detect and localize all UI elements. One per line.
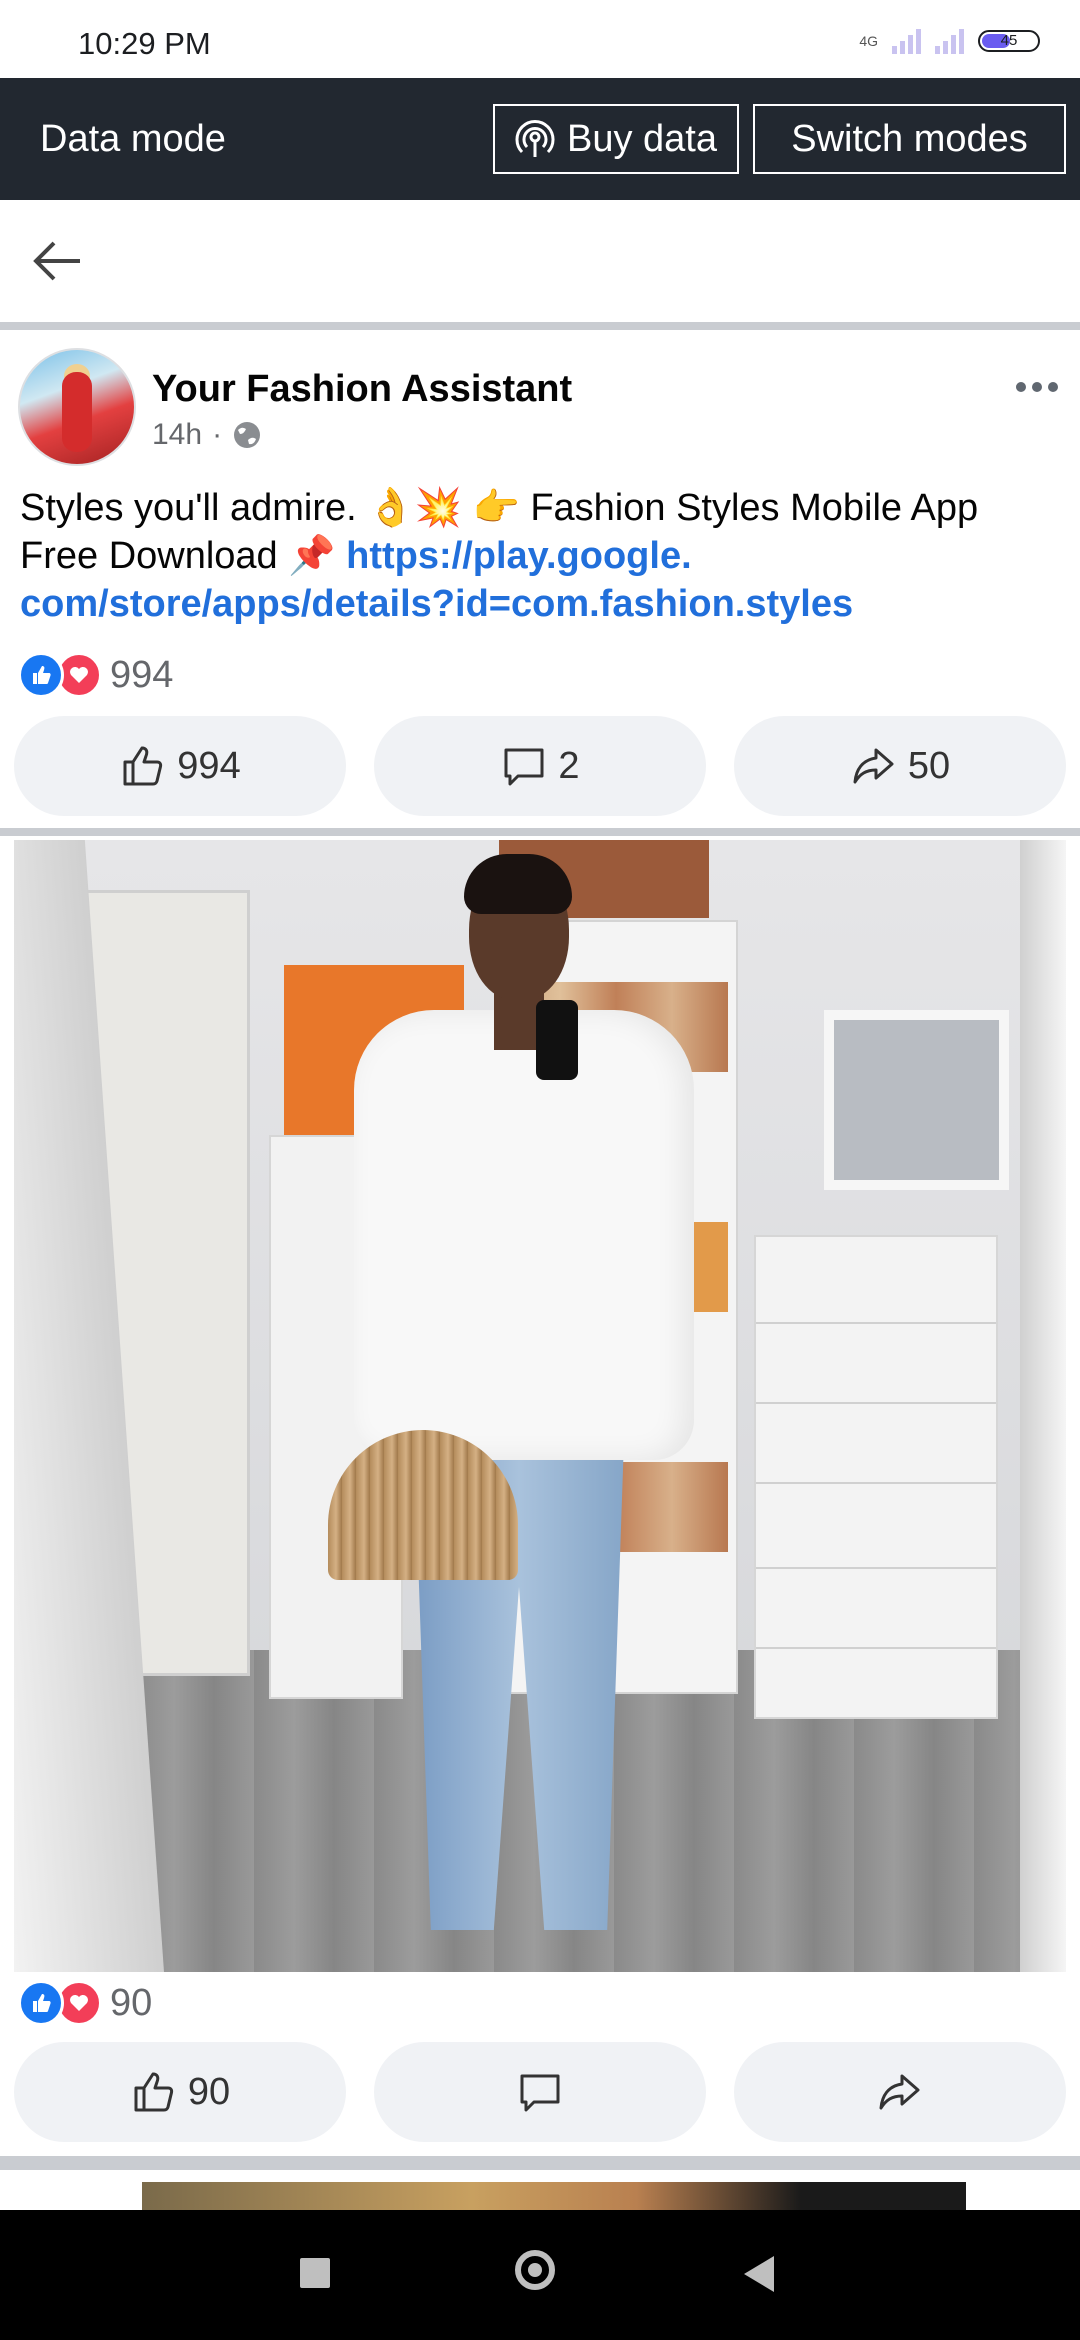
globe-icon (234, 422, 261, 448)
divider (0, 828, 1080, 836)
reaction-count: 90 (110, 1981, 153, 2024)
more-icon[interactable] (1016, 382, 1058, 392)
broadcast-icon (515, 120, 555, 157)
recents-icon[interactable] (300, 2258, 330, 2288)
comment-button[interactable] (374, 2042, 706, 2142)
post-meta: 14h · (152, 418, 262, 452)
status-time: 10:29 PM (78, 26, 211, 61)
like-count: 90 (187, 2070, 231, 2113)
buy-data-label: Buy data (567, 117, 717, 160)
header-bar (0, 200, 1080, 322)
share-button[interactable] (734, 2042, 1066, 2142)
reaction-count: 994 (110, 653, 174, 696)
battery-icon: 45 (978, 30, 1040, 52)
divider (0, 322, 1080, 330)
signal-2-icon (935, 28, 964, 54)
post-text: Styles you'll admire. 👌💥 👉 Fashion Style… (20, 484, 1060, 628)
like-count: 994 (177, 744, 241, 787)
share-icon (879, 2074, 920, 2110)
network-type: 4G (859, 33, 878, 49)
post-actions: 90 (14, 2042, 1066, 2142)
comment-count: 2 (558, 744, 580, 787)
back-icon[interactable] (744, 2256, 774, 2292)
buy-data-button[interactable]: Buy data (493, 104, 739, 174)
post-actions: 994 2 50 (14, 716, 1066, 816)
like-icon (123, 746, 163, 786)
comment-icon (520, 2074, 560, 2112)
like-reaction-icon (18, 652, 64, 698)
post-photo[interactable] (14, 840, 1066, 1972)
next-post-image[interactable] (142, 2182, 966, 2210)
status-bar: 10:29 PM 4G 45 (0, 0, 1080, 78)
post-time[interactable]: 14h (152, 418, 202, 452)
avatar[interactable] (18, 348, 136, 466)
data-mode-title: Data mode (40, 118, 226, 160)
like-button[interactable]: 90 (14, 2042, 346, 2142)
like-reaction-icon (18, 1980, 64, 2026)
comment-button[interactable]: 2 (374, 716, 706, 816)
meta-separator: · (212, 418, 223, 451)
share-button[interactable]: 50 (734, 716, 1066, 816)
divider (0, 2156, 1080, 2170)
like-button[interactable]: 994 (14, 716, 346, 816)
signal-icon (892, 28, 921, 54)
reaction-summary[interactable]: 994 (18, 652, 173, 698)
switch-modes-label: Switch modes (791, 117, 1028, 160)
comment-icon (504, 748, 544, 786)
navigation-bar (0, 2210, 1080, 2340)
share-icon (853, 748, 894, 784)
data-mode-bar: Data mode Buy data Switch modes (0, 78, 1080, 200)
battery-level: 45 (1000, 32, 1018, 49)
reaction-summary[interactable]: 90 (18, 1980, 152, 2026)
home-icon[interactable] (515, 2250, 555, 2290)
post-author[interactable]: Your Fashion Assistant (152, 368, 572, 411)
switch-modes-button[interactable]: Switch modes (753, 104, 1066, 174)
status-icons: 4G 45 (859, 28, 1040, 54)
back-arrow-icon[interactable] (30, 236, 86, 286)
share-count: 50 (907, 744, 951, 787)
like-icon (134, 2072, 173, 2112)
